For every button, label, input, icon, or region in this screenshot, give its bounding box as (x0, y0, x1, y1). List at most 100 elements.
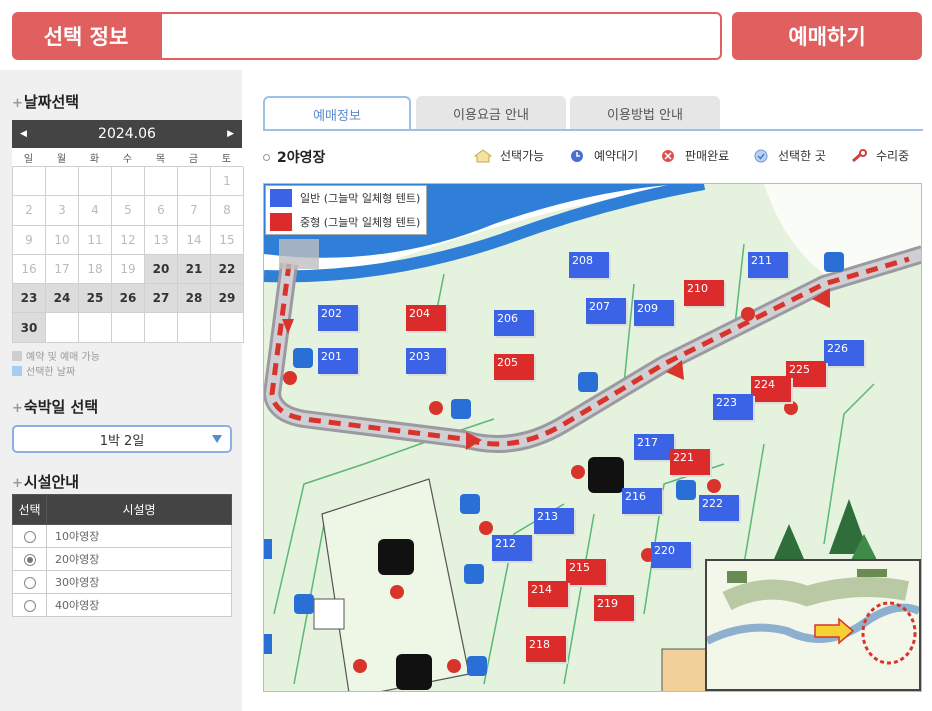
campsite-205[interactable]: 205 (494, 354, 534, 380)
calendar-day: 2 (13, 196, 46, 226)
calendar-day[interactable]: 22 (211, 254, 244, 285)
facility-name: 20야영장 (46, 547, 232, 571)
campsite-215[interactable]: 215 (566, 559, 606, 585)
bullet-icon (263, 153, 270, 161)
clock-icon (568, 149, 586, 163)
campsite-207[interactable]: 207 (586, 298, 626, 324)
stay-select[interactable]: 1박 2일 (12, 425, 232, 453)
campsite-222[interactable]: 222 (699, 495, 739, 521)
campsite-211[interactable]: 211 (748, 252, 788, 278)
facility-table: 선택 시설명 10야영장 20야영장 30야영장 40야영장 (12, 494, 232, 617)
wrench-icon (850, 148, 868, 163)
map-legend-medium: 중형 (그늘막 일체형 텐트) (266, 210, 426, 234)
prev-month-icon[interactable]: ◀ (20, 129, 27, 139)
status-selected: 선택한 곳 (752, 147, 826, 164)
campsite-218[interactable]: 218 (526, 636, 566, 662)
campsite-224[interactable]: 224 (751, 376, 791, 402)
legend-selected: 선택한 날짜 (12, 363, 75, 378)
weekday-label: 목 (155, 153, 166, 165)
facility-row[interactable]: 40야영장 (12, 593, 232, 617)
facility-radio[interactable] (23, 530, 36, 543)
date-select-title-text: 날짜선택 (23, 93, 80, 111)
calendar-empty-cell (112, 313, 145, 343)
tab-usage-guide[interactable]: 이용방법 안내 (570, 96, 720, 130)
map-legend-medium-text: 중형 (그늘막 일체형 텐트) (300, 216, 421, 229)
campsite-210[interactable]: 210 (684, 280, 724, 306)
calendar-day[interactable]: 28 (178, 284, 211, 314)
weekday-label: 월 (56, 153, 67, 165)
calendar-day: 6 (145, 196, 178, 226)
calendar-empty-cell (178, 167, 211, 197)
calendar-day[interactable]: 30 (13, 313, 46, 343)
campsite-204[interactable]: 204 (406, 305, 446, 331)
status-available-text: 선택가능 (500, 149, 545, 163)
calendar-day[interactable]: 21 (178, 254, 211, 285)
house-icon (474, 148, 492, 163)
next-month-icon[interactable]: ▶ (227, 129, 234, 139)
status-waiting: 예약대기 (568, 147, 638, 164)
calendar-day: 10 (46, 225, 79, 255)
facility-name: 40야영장 (46, 593, 232, 617)
campsite-226[interactable]: 226 (824, 340, 864, 366)
calendar-day[interactable]: 29 (211, 284, 244, 314)
selected-swatch (12, 365, 22, 376)
campsite-220[interactable]: 220 (651, 542, 691, 568)
campsite-213[interactable]: 213 (534, 508, 574, 534)
campsite-216[interactable]: 216 (622, 488, 662, 514)
campsite-223[interactable]: 223 (713, 394, 753, 420)
weekday-label: 일 (23, 153, 34, 165)
campsite-212[interactable]: 212 (492, 535, 532, 561)
date-select-title: +날짜선택 (12, 91, 79, 112)
campsite-201[interactable]: 201 (318, 348, 358, 374)
calendar-day: 17 (46, 254, 79, 285)
calendar-day: 13 (145, 225, 178, 255)
campsite-202[interactable]: 202 (318, 305, 358, 331)
campsite-214[interactable]: 214 (528, 581, 568, 607)
calendar-day: 14 (178, 225, 211, 255)
calendar-day[interactable]: 20 (145, 254, 178, 285)
facility-radio[interactable] (23, 576, 36, 589)
facility-row[interactable]: 10야영장 (12, 524, 232, 548)
calendar-day: 3 (46, 196, 79, 226)
tab-reservation-info[interactable]: 예매정보 (263, 96, 411, 130)
selection-info-label: 선택 정보 (12, 12, 160, 60)
campsite-209[interactable]: 209 (634, 300, 674, 326)
calendar-day: 15 (211, 225, 244, 255)
facility-title-text: 시설안내 (23, 473, 80, 491)
calendar-day: 5 (112, 196, 145, 226)
calendar-day[interactable]: 25 (79, 284, 112, 314)
calendar-empty-cell (46, 313, 79, 343)
calendar-weekdays: 일월화수목금토 (12, 148, 242, 166)
calendar-day: 16 (13, 254, 46, 285)
campsite-221[interactable]: 221 (670, 449, 710, 475)
reserve-button[interactable]: 예매하기 (732, 12, 922, 60)
calendar-day[interactable]: 27 (145, 284, 178, 314)
calendar-empty-cell (79, 167, 112, 197)
check-icon (752, 149, 770, 163)
campsite-206[interactable]: 206 (494, 310, 534, 336)
calendar-day[interactable]: 23 (13, 284, 46, 314)
calendar: ◀ 2024.06 ▶ 일월화수목금토 1 2 3 4 5 6 7 8 9 10 11 12 13 14 1… (12, 120, 244, 343)
overview-minimap (705, 559, 921, 691)
site-title-text: 2야영장 (277, 150, 326, 166)
facility-radio[interactable] (23, 553, 36, 566)
campsite-219[interactable]: 219 (594, 595, 634, 621)
facility-radio-cell (12, 524, 47, 548)
campsite-225[interactable]: 225 (786, 361, 826, 387)
facility-row[interactable]: 20야영장 (12, 547, 232, 571)
campsite-208[interactable]: 208 (569, 252, 609, 278)
map-legend-general-text: 일반 (그늘막 일체형 텐트) (300, 192, 421, 205)
calendar-day[interactable]: 26 (112, 284, 145, 314)
tab-fee-guide[interactable]: 이용요금 안내 (416, 96, 566, 130)
general-swatch (270, 189, 292, 207)
calendar-empty-cell (13, 167, 46, 197)
facility-row[interactable]: 30야영장 (12, 570, 232, 594)
calendar-day[interactable]: 24 (46, 284, 79, 314)
map-legend-general: 일반 (그늘막 일체형 텐트) (266, 186, 426, 210)
facility-radio[interactable] (23, 599, 36, 612)
status-repair: 수리중 (850, 147, 909, 164)
campsite-203[interactable]: 203 (406, 348, 446, 374)
status-waiting-text: 예약대기 (594, 149, 639, 163)
campsite-217[interactable]: 217 (634, 434, 674, 460)
chevron-down-icon (212, 435, 222, 443)
